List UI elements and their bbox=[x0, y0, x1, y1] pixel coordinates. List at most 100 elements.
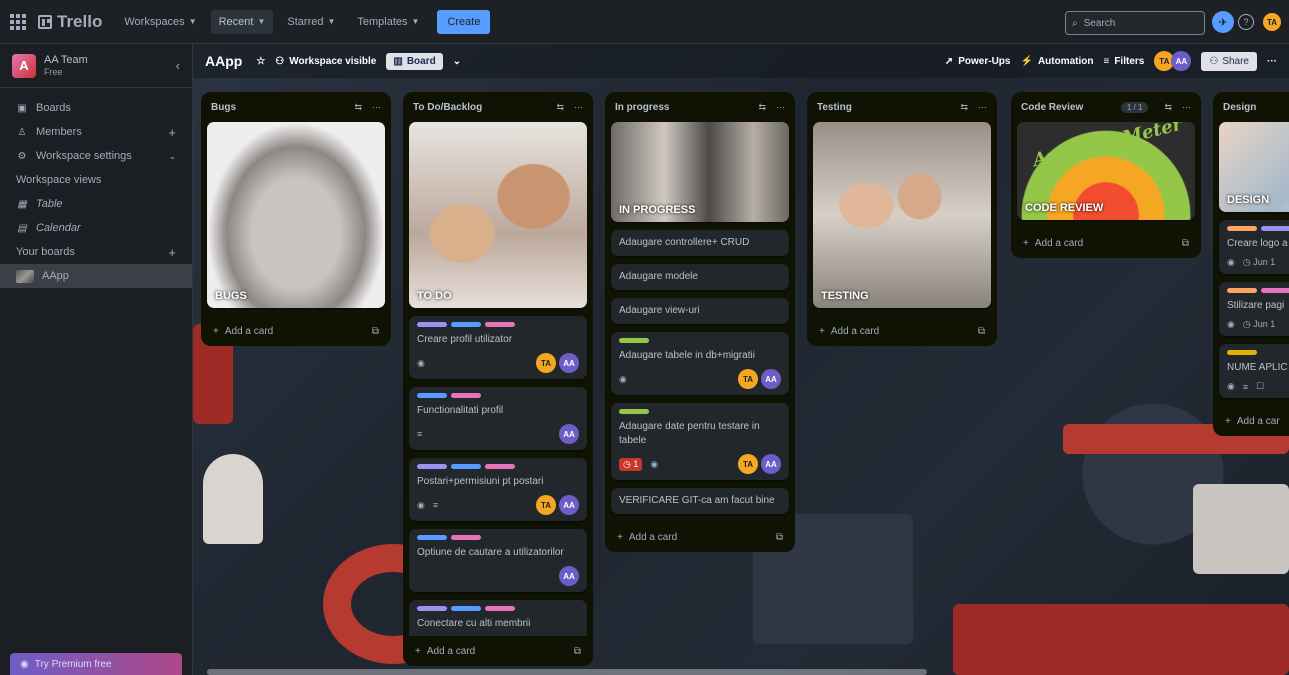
list-title[interactable]: In progress bbox=[615, 102, 669, 113]
card-label[interactable] bbox=[451, 464, 481, 469]
collapse-sidebar-icon[interactable]: ‹ bbox=[176, 58, 180, 73]
card-label[interactable] bbox=[619, 338, 649, 343]
template-icon[interactable]: ⧉ bbox=[372, 326, 379, 337]
card-label[interactable] bbox=[1261, 288, 1289, 293]
sidebar-board-aapp[interactable]: AApp bbox=[0, 264, 192, 288]
workspace-name[interactable]: AA Team bbox=[44, 54, 88, 67]
list-card[interactable]: Adaugare date pentru testare in tabele ◷… bbox=[611, 403, 789, 480]
list-menu-icon[interactable]: ··· bbox=[1182, 102, 1191, 113]
add-card-button[interactable]: + Add a card ⧉ bbox=[1017, 228, 1195, 258]
collapse-list-icon[interactable]: ⇆ bbox=[556, 102, 564, 113]
visibility-button[interactable]: ⚇ Workspace visible bbox=[275, 56, 376, 67]
checklist-badge[interactable]: ◷ 1 bbox=[619, 457, 643, 471]
due-date-badge[interactable]: ◷ Jun 1 bbox=[1243, 319, 1275, 330]
cover-card-todo[interactable]: TO DO bbox=[409, 122, 587, 308]
list-menu-icon[interactable]: ··· bbox=[574, 102, 583, 113]
card-label[interactable] bbox=[1261, 226, 1289, 231]
star-icon[interactable]: ☆ bbox=[256, 56, 265, 67]
card-label[interactable] bbox=[417, 393, 447, 398]
card-member-avatar[interactable]: TA bbox=[738, 454, 758, 474]
add-card-button[interactable]: + Add a card ⧉ bbox=[409, 636, 587, 666]
list-title[interactable]: Code Review bbox=[1021, 102, 1083, 113]
card-label[interactable] bbox=[1227, 350, 1257, 355]
create-button[interactable]: Create bbox=[437, 9, 491, 34]
card-label[interactable] bbox=[451, 393, 481, 398]
list-card[interactable]: Adaugare tabele in db+migratii ◉ TA AA bbox=[611, 332, 789, 395]
board-title[interactable]: AApp bbox=[205, 53, 242, 69]
add-card-button[interactable]: + Add a card ⧉ bbox=[207, 316, 385, 346]
due-date-badge[interactable]: ◷ Jun 1 bbox=[1243, 257, 1275, 268]
list-menu-icon[interactable]: ··· bbox=[372, 102, 381, 113]
try-premium-button[interactable]: ◉ Try Premium free bbox=[10, 653, 182, 675]
list-title[interactable]: Testing bbox=[817, 102, 852, 113]
list-title[interactable]: To Do/Backlog bbox=[413, 102, 482, 113]
cover-card-testing[interactable]: TESTING bbox=[813, 122, 991, 308]
collapse-list-icon[interactable]: ⇆ bbox=[758, 102, 766, 113]
add-card-button[interactable]: + Add a card ⧉ bbox=[813, 316, 991, 346]
list-card[interactable]: Adaugare view-uri bbox=[611, 298, 789, 324]
help-icon[interactable]: ? bbox=[1238, 14, 1254, 30]
list-card[interactable]: Creare profil utilizator ◉ TA AA bbox=[409, 316, 587, 379]
card-member-avatar[interactable]: AA bbox=[559, 353, 579, 373]
list-card[interactable]: Adaugare controllere+ CRUD bbox=[611, 230, 789, 256]
list-menu-icon[interactable]: ··· bbox=[978, 102, 987, 113]
card-label[interactable] bbox=[619, 409, 649, 414]
card-label[interactable] bbox=[451, 322, 481, 327]
sidebar-item-boards[interactable]: ▣ Boards bbox=[0, 96, 192, 120]
card-member-avatar[interactable]: TA bbox=[738, 369, 758, 389]
card-member-avatar[interactable]: AA bbox=[761, 369, 781, 389]
card-label[interactable] bbox=[417, 464, 447, 469]
notifications-icon[interactable]: ✈ bbox=[1212, 11, 1234, 33]
search-input[interactable]: ⌕ Search bbox=[1065, 11, 1205, 35]
collapse-list-icon[interactable]: ⇆ bbox=[960, 102, 968, 113]
share-button[interactable]: ⚇ Share bbox=[1201, 51, 1257, 71]
list-title[interactable]: Bugs bbox=[211, 102, 236, 113]
board-members[interactable]: TA AA bbox=[1154, 51, 1192, 71]
automation-button[interactable]: ⚡ Automation bbox=[1020, 56, 1093, 67]
board-view-button[interactable]: ▥ Board bbox=[386, 52, 443, 70]
template-icon[interactable]: ⧉ bbox=[1182, 238, 1189, 249]
list-card[interactable]: Adaugare modele bbox=[611, 264, 789, 290]
recent-menu[interactable]: Recent ▼ bbox=[210, 9, 274, 34]
card-label[interactable] bbox=[451, 606, 481, 611]
sidebar-item-calendar[interactable]: ▤ Calendar bbox=[0, 216, 192, 240]
horizontal-scrollbar[interactable] bbox=[207, 669, 927, 675]
workspaces-menu[interactable]: Workspaces ▼ bbox=[116, 10, 204, 34]
add-board-icon[interactable]: + bbox=[168, 245, 176, 260]
starred-menu[interactable]: Starred ▼ bbox=[279, 10, 343, 34]
app-switcher-icon[interactable] bbox=[10, 13, 26, 30]
filters-button[interactable]: ≡ Filters bbox=[1103, 56, 1144, 67]
template-icon[interactable]: ⧉ bbox=[574, 646, 581, 657]
account-avatar[interactable]: TA bbox=[1263, 13, 1281, 31]
template-icon[interactable]: ⧉ bbox=[978, 326, 985, 337]
card-label[interactable] bbox=[485, 464, 515, 469]
list-card[interactable]: Functionalitati profil ≡ AA bbox=[409, 387, 587, 450]
trello-logo[interactable]: Trello bbox=[38, 12, 102, 32]
member-avatar[interactable]: AA bbox=[1171, 51, 1192, 71]
card-label[interactable] bbox=[417, 606, 447, 611]
card-member-avatar[interactable]: AA bbox=[559, 566, 579, 586]
templates-menu[interactable]: Templates ▼ bbox=[349, 10, 427, 34]
add-card-button[interactable]: + Add a car bbox=[1219, 406, 1289, 436]
card-member-avatar[interactable]: AA bbox=[559, 424, 579, 444]
template-icon[interactable]: ⧉ bbox=[776, 532, 783, 543]
list-card[interactable]: NUME APLIC ◉ ≡ ☐ bbox=[1219, 344, 1289, 398]
list-title[interactable]: Design bbox=[1223, 102, 1256, 113]
add-member-icon[interactable]: + bbox=[168, 125, 176, 140]
cover-card-in-progress[interactable]: IN PROGRESS bbox=[611, 122, 789, 222]
list-card[interactable]: Postari+permisiuni pt postari ◉ ≡ TA AA bbox=[409, 458, 587, 521]
sidebar-item-members[interactable]: ♙ Members + bbox=[0, 120, 192, 144]
list-card[interactable]: VERIFICARE GIT-ca am facut bine bbox=[611, 488, 789, 514]
sidebar-item-settings[interactable]: ⚙ Workspace settings ⌄ bbox=[0, 144, 192, 168]
more-menu-icon[interactable]: ··· bbox=[1267, 56, 1277, 67]
card-member-avatar[interactable]: AA bbox=[559, 495, 579, 515]
card-member-avatar[interactable]: TA bbox=[536, 353, 556, 373]
cover-card-design[interactable]: DESIGN bbox=[1219, 122, 1289, 212]
card-label[interactable] bbox=[417, 535, 447, 540]
card-label[interactable] bbox=[485, 606, 515, 611]
sidebar-item-table[interactable]: ▦ Table bbox=[0, 192, 192, 216]
list-card[interactable]: Optiune de cautare a utilizatorilor AA bbox=[409, 529, 587, 592]
card-member-avatar[interactable]: AA bbox=[761, 454, 781, 474]
card-label[interactable] bbox=[417, 322, 447, 327]
view-switcher-chevron-icon[interactable]: ⌄ bbox=[453, 56, 461, 67]
